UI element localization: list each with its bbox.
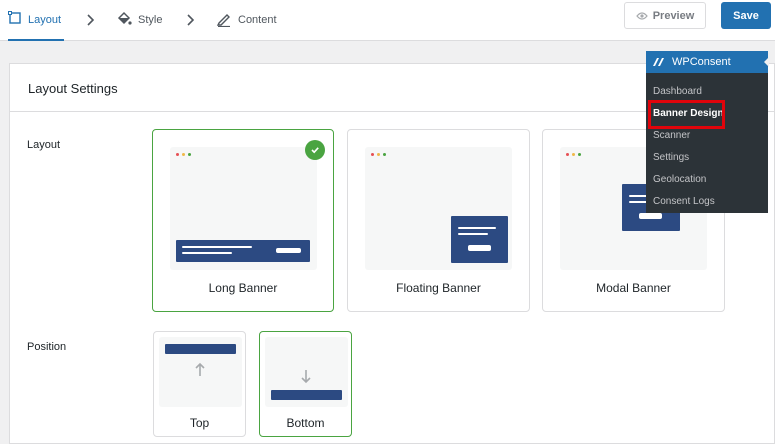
arrow-down-icon xyxy=(301,370,311,384)
floating-banner-preview xyxy=(365,147,512,270)
position-bottom-preview xyxy=(265,337,348,407)
step-style[interactable]: Style xyxy=(116,0,162,40)
submenu-item-geolocation[interactable]: Geolocation xyxy=(653,174,706,185)
position-option-name: Top xyxy=(189,416,210,430)
layout-option-name: Modal Banner xyxy=(596,281,671,295)
save-button[interactable]: Save xyxy=(721,2,771,29)
wpconsent-logo-icon xyxy=(653,58,664,66)
pen-icon xyxy=(216,11,232,30)
position-option-bottom[interactable]: Bottom xyxy=(259,331,352,437)
wpconsent-menu-header[interactable]: WPConsent xyxy=(646,51,769,73)
panel-title: Layout Settings xyxy=(28,81,118,96)
layout-option-name: Floating Banner xyxy=(396,281,481,295)
chevron-right-icon xyxy=(187,14,195,26)
long-banner-preview xyxy=(170,147,317,270)
position-top-preview xyxy=(159,337,242,407)
menu-pointer-icon xyxy=(764,57,769,67)
highlight-box xyxy=(648,100,725,129)
chevron-right-icon xyxy=(87,14,95,26)
submenu-item-settings[interactable]: Settings xyxy=(653,152,689,163)
step-content-label: Content xyxy=(238,14,277,26)
step-layout-label: Layout xyxy=(28,13,62,26)
submenu-item-scanner[interactable]: Scanner xyxy=(653,130,690,141)
wpconsent-menu-title: WPConsent xyxy=(672,56,731,68)
position-option-name: Bottom xyxy=(286,416,325,430)
wpconsent-submenu: WPConsent Dashboard Banner Design Scanne… xyxy=(646,51,769,213)
submenu-item-dashboard[interactable]: Dashboard xyxy=(653,86,702,97)
layout-option-name: Long Banner xyxy=(208,281,278,295)
step-style-label: Style xyxy=(138,14,163,26)
eye-icon xyxy=(635,11,648,20)
layout-option-floating-banner[interactable]: Floating Banner xyxy=(347,129,530,312)
arrow-up-icon xyxy=(195,362,205,376)
step-content[interactable]: Content xyxy=(216,0,277,40)
layout-row-label: Layout xyxy=(27,139,61,151)
layout-icon xyxy=(8,11,22,28)
top-bar: Layout Style Content Preview Save xyxy=(0,0,775,41)
submenu-item-consent-logs[interactable]: Consent Logs xyxy=(653,196,715,207)
step-layout[interactable]: Layout xyxy=(8,0,64,41)
preview-label: Preview xyxy=(652,9,695,22)
position-option-top[interactable]: Top xyxy=(153,331,246,437)
selected-check-icon xyxy=(305,140,325,160)
preview-button[interactable]: Preview xyxy=(624,2,706,29)
position-row-label: Position xyxy=(27,341,67,353)
paint-bucket-icon xyxy=(116,11,132,30)
layout-option-long-banner[interactable]: Long Banner xyxy=(152,129,334,312)
